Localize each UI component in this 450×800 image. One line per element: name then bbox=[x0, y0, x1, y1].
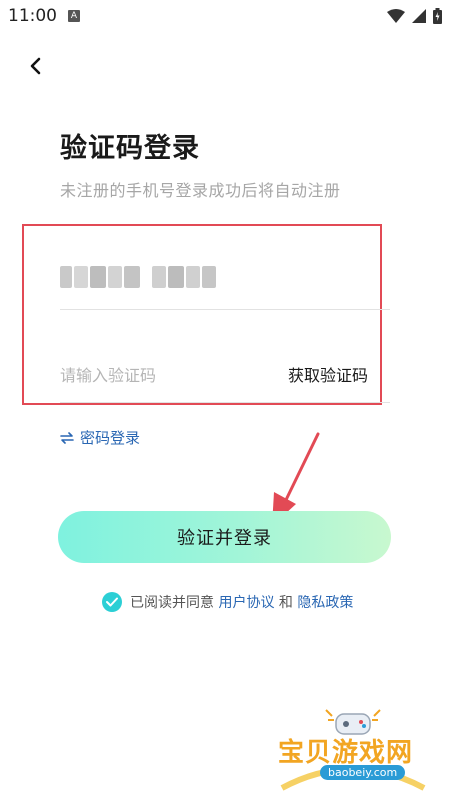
user-agreement-link[interactable]: 用户协议 bbox=[218, 595, 274, 611]
signal-icon bbox=[412, 9, 426, 23]
watermark-url: baobeiy.com bbox=[320, 765, 406, 780]
agreement-checkbox[interactable] bbox=[102, 592, 122, 612]
status-time: 11:00 bbox=[8, 6, 57, 26]
verify-login-button[interactable]: 验证并登录 bbox=[58, 511, 391, 563]
battery-icon bbox=[433, 8, 442, 24]
agreement-conjunction: 和 bbox=[278, 595, 293, 611]
wifi-icon bbox=[387, 9, 405, 23]
code-input[interactable]: 请输入验证码 bbox=[60, 362, 156, 386]
code-divider bbox=[60, 402, 390, 403]
password-login-label: 密码登录 bbox=[80, 429, 141, 447]
get-code-button[interactable]: 获取验证码 bbox=[288, 362, 368, 386]
chevron-left-icon bbox=[30, 57, 41, 75]
back-button[interactable] bbox=[22, 52, 50, 80]
privacy-policy-link[interactable]: 隐私政策 bbox=[297, 595, 353, 611]
swap-icon bbox=[60, 431, 74, 444]
phone-divider bbox=[60, 309, 390, 310]
notification-badge-icon: A bbox=[68, 10, 80, 22]
page-title: 验证码登录 bbox=[60, 133, 200, 164]
check-icon bbox=[106, 597, 118, 607]
phone-input[interactable] bbox=[60, 266, 216, 288]
page-subtitle: 未注册的手机号登录成功后将自动注册 bbox=[60, 181, 341, 200]
status-icons bbox=[387, 6, 442, 26]
status-bar: 11:00 A bbox=[0, 0, 450, 34]
agreement-prefix: 已阅读并同意 bbox=[130, 595, 214, 611]
password-login-link[interactable]: 密码登录 bbox=[60, 427, 140, 448]
agreement-row: 已阅读并同意 用户协议 和 隐私政策 bbox=[102, 592, 353, 612]
watermark-name: 宝贝游戏网 bbox=[278, 738, 414, 768]
